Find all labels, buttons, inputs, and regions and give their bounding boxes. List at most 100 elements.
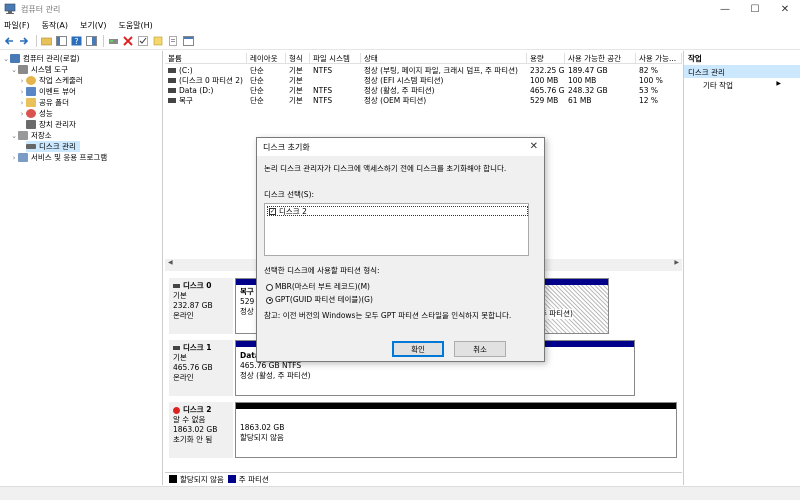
disk-select-list[interactable]: ✓ 디스크 2 [264,203,529,256]
tree-item-label: 공유 폴더 [39,98,69,107]
column-header-percent-free[interactable]: 사용 가능... [636,53,682,63]
more-actions[interactable]: 기타 작업 ▶ [684,78,800,91]
volume-icon [168,98,176,103]
column-header-volume[interactable]: 볼륨 [165,53,247,63]
maximize-button[interactable]: ☐ [740,0,770,18]
tree-item-disk-management[interactable]: 디스크 관리 [26,141,80,152]
properties-icon[interactable] [85,35,97,47]
volume-fs: NTFS [313,95,333,105]
volume-capacity: 529 MB [530,95,559,105]
disk-1-label[interactable]: 디스크 1 기본 465.76 GB 온라인 [169,340,233,396]
disk-0-label[interactable]: 디스크 0 기본 232.87 GB 온라인 [169,278,233,334]
legend-unallocated: 할당되지 않음 [180,474,224,484]
tree-item-performance[interactable]: › 성능 [18,108,53,119]
tree-item-task-scheduler[interactable]: › 작업 스케줄러 [18,75,83,86]
volume-free: 61 MB [568,95,592,105]
menu-help[interactable]: 도움말(H) [118,20,152,31]
tree-item-event-viewer[interactable]: › 이벤트 뷰어 [18,86,76,97]
disk-2-label[interactable]: 디스크 2 알 수 없음 1863.02 GB 초기화 안 됨 [169,402,233,458]
cancel-button[interactable]: 취소 [454,341,506,357]
mbr-radio[interactable] [266,283,273,291]
volume-row[interactable]: Data (D:) 단순 기본 NTFS 정상 (활성, 주 파티션) 465.… [165,85,682,95]
up-folder-icon[interactable] [40,35,52,47]
svg-text:?: ? [74,37,78,46]
folder-icon[interactable] [152,35,164,47]
connect-icon[interactable] [107,35,119,47]
back-icon[interactable] [3,35,15,47]
actions-disk-management[interactable]: 디스크 관리 [684,65,800,78]
dialog-title: 디스크 초기화 [263,142,310,152]
tree-item-root[interactable]: ⌄ 컴퓨터 관리(로컬) [2,53,80,64]
gpt-option[interactable]: GPT(GUID 파티션 테이블)(G) [266,294,373,305]
delete-icon[interactable] [122,35,134,47]
tree-item-shared-folders[interactable]: › 공유 폴더 [18,97,69,108]
check-icon[interactable] [137,35,149,47]
ok-button[interactable]: 확인 [392,341,444,357]
expand-icon[interactable]: ⌄ [10,132,18,140]
gpt-radio[interactable] [266,296,273,304]
show-tree-icon[interactable] [55,35,67,47]
dialog-note: 참고: 이전 버전의 Windows는 모두 GPT 파티션 스타일을 인식하지… [264,311,512,320]
document-icon[interactable] [167,35,179,47]
column-header-layout[interactable]: 레이아웃 [247,53,286,63]
collapse-arrow-icon[interactable]: › [18,110,26,118]
disk-uninitialized-icon [173,406,180,414]
unallocated-swatch [169,475,177,483]
volume-row[interactable]: 복구 단순 기본 NTFS 정상 (OEM 파티션) 529 MB 61 MB … [165,95,682,105]
column-header-status[interactable]: 상태 [361,53,527,63]
actions-header: 작업 [688,54,702,63]
volume-icon [168,78,176,83]
collapse-arrow-icon[interactable]: › [18,88,26,96]
scroll-left-icon[interactable]: ◀ [168,259,173,266]
forward-icon[interactable] [18,35,30,47]
volume-percent: 100 % [639,75,663,85]
view-icon[interactable] [182,35,194,47]
tree-item-system-tools[interactable]: ⌄ 시스템 도구 [10,64,68,75]
volume-type: 기본 [289,95,303,105]
volume-free: 100 MB [568,75,597,85]
computer-management-icon [4,3,16,14]
collapse-arrow-icon[interactable]: › [10,154,18,162]
dialog-intro: 논리 디스크 관리자가 디스크에 액세스하기 전에 디스크를 초기화해야 합니다… [264,164,507,173]
minimize-button[interactable]: — [710,0,740,18]
scroll-right-icon[interactable]: ▶ [674,259,679,266]
volume-row[interactable]: (디스크 0 파티션 2) 단순 기본 정상 (EFI 시스템 파티션) 100… [165,75,682,85]
tree-item-device-manager[interactable]: 장치 관리자 [26,119,76,130]
device-manager-icon [26,120,36,129]
volume-icon [168,68,176,73]
help-icon[interactable]: ? [70,35,82,47]
volume-row[interactable]: (C:) 단순 기본 NTFS 정상 (부팅, 페이지 파일, 크래시 덤프, … [165,65,682,75]
column-header-file-system[interactable]: 파일 시스템 [310,53,361,63]
disk-type: 기본 [173,291,187,300]
tree-item-label: 디스크 관리 [39,142,76,151]
column-header-type[interactable]: 형식 [286,53,310,63]
tree-item-storage[interactable]: ⌄ 저장소 [10,130,52,141]
dialog-close-icon[interactable]: ✕ [530,141,538,152]
toolbar-separator [103,34,104,47]
expand-icon[interactable]: ⌄ [10,66,18,74]
menu-file[interactable]: 파일(F) [4,20,30,31]
expand-icon[interactable]: ⌄ [2,55,10,63]
window-title: 컴퓨터 관리 [21,4,61,14]
disk-2-partitions[interactable]: 1863.02 GB 할당되지 않음 [235,402,677,458]
collapse-arrow-icon[interactable]: › [18,77,26,85]
column-header-capacity[interactable]: 용량 [527,53,565,63]
more-actions-label: 기타 작업 [703,81,733,90]
disk-icon [26,144,36,149]
column-header-free-space[interactable]: 사용 가능한 공간 [565,53,636,63]
tree-item-services[interactable]: › 서비스 및 응용 프로그램 [10,152,107,163]
disk-list-item[interactable]: ✓ 디스크 2 [267,206,528,216]
menu-view[interactable]: 보기(V) [80,20,106,31]
mbr-option[interactable]: MBR(마스터 부트 레코드)(M) [266,281,370,292]
menu-action[interactable]: 동작(A) [42,20,68,31]
disk-size: 465.76 GB [173,363,213,372]
partition-status: 할당되지 않음 [240,433,284,442]
tree-item-label: 작업 스케줄러 [39,76,83,85]
disk-checkbox[interactable]: ✓ [269,207,276,215]
partition-size: 1863.02 GB [240,423,285,432]
collapse-arrow-icon[interactable]: › [18,99,26,107]
disk-icon [173,284,180,288]
volume-percent: 82 % [639,65,659,75]
volume-percent: 12 % [639,95,659,105]
close-button[interactable]: ✕ [770,0,800,18]
